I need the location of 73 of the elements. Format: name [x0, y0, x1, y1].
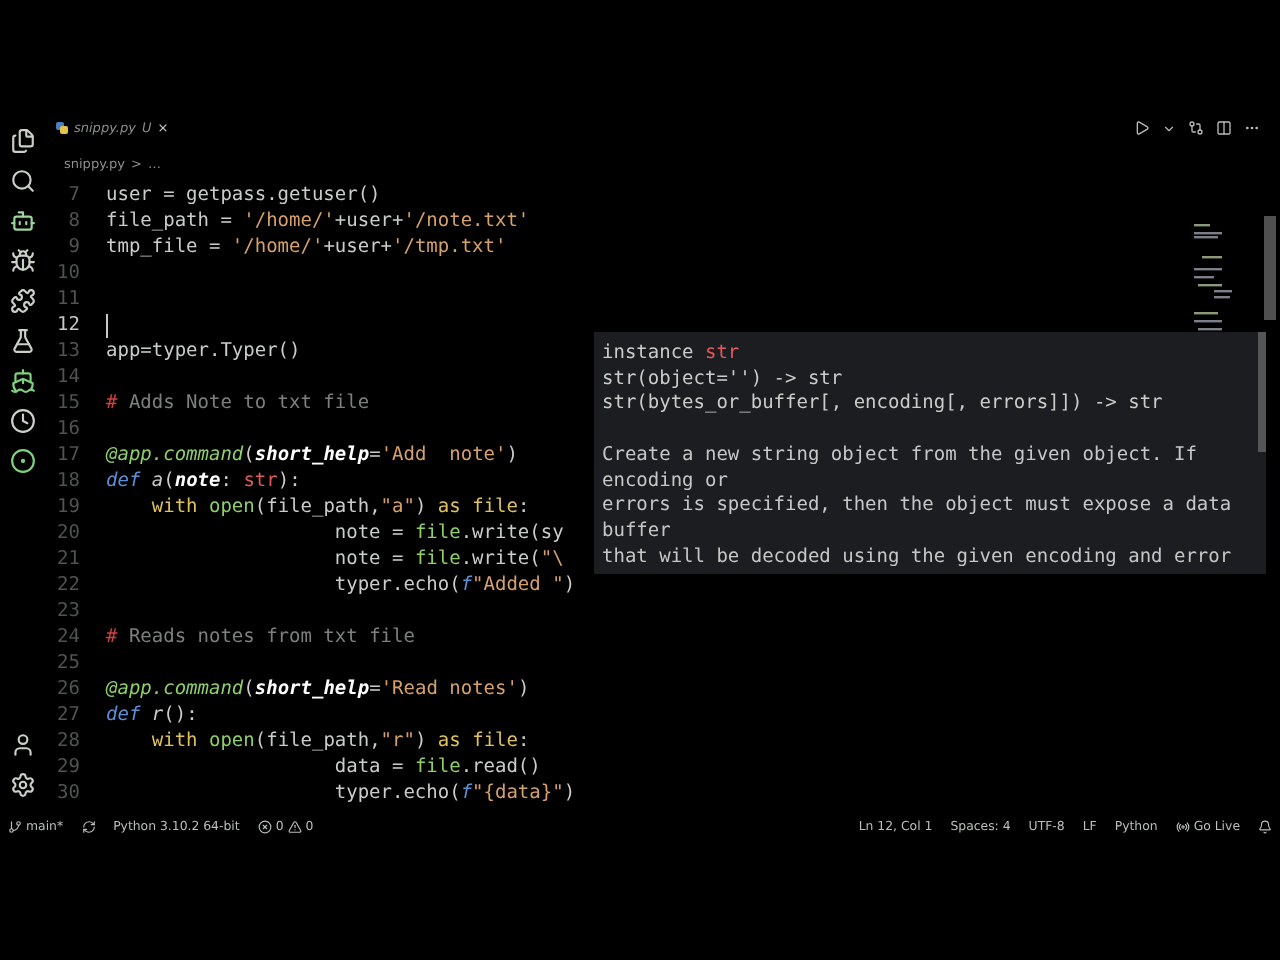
code-text: tmp_file = '/home/'+user+'/tmp.txt' — [106, 236, 507, 258]
broadcast-icon — [1175, 820, 1190, 834]
python-file-icon — [56, 122, 68, 134]
line-number: 28 — [55, 730, 82, 752]
bug-icon[interactable] — [9, 248, 35, 274]
code-text: with open(file_path,"r") as file: — [149, 730, 530, 752]
line-number: 7 — [66, 184, 82, 206]
doc-text: that will be decoded using the given encoding and error — [602, 545, 1234, 571]
notifications-icon[interactable] — [1258, 820, 1272, 834]
files-icon[interactable] — [9, 128, 35, 154]
robot-icon[interactable] — [9, 208, 35, 234]
run-icon[interactable] — [1134, 120, 1150, 136]
line-number: 17 — [55, 444, 82, 466]
warning-icon — [287, 820, 302, 834]
doc-text: Create a new string object from the given object. If — [602, 443, 1199, 469]
line-number: 21 — [55, 548, 82, 570]
line-number: 23 — [55, 600, 82, 622]
line-number: 26 — [55, 678, 82, 700]
doc-text: encoding or — [602, 469, 730, 495]
tooltip-scrollbar[interactable] — [1258, 332, 1266, 452]
code-text: def a(note: str): — [106, 470, 301, 492]
ship-icon[interactable] — [9, 368, 35, 394]
signature-text: str(bytes_or_buffer[, encoding[, errors]]) -> str — [602, 392, 1165, 419]
code-text: user = getpass.getuser() — [106, 184, 381, 206]
split-editor-icon[interactable] — [1216, 120, 1232, 136]
sync-icon[interactable] — [81, 820, 96, 834]
code-text: data = file.read() — [332, 756, 541, 778]
code-text: @app.command(short_help='Read notes') — [106, 678, 530, 700]
error-icon — [257, 820, 272, 834]
line-number: 11 — [55, 288, 82, 310]
settings-icon[interactable] — [9, 772, 35, 798]
line-number: 14 — [55, 366, 82, 388]
line-number: 29 — [55, 756, 82, 778]
line-number: 8 — [66, 210, 82, 232]
signature-text: str(object='') -> str — [602, 367, 845, 393]
line-number: 9 — [66, 236, 82, 258]
line-number: 18 — [55, 470, 82, 492]
line-number: 16 — [55, 418, 82, 440]
line-number: 20 — [55, 522, 82, 544]
compare-icon[interactable] — [1188, 120, 1204, 136]
line-number: 24 — [55, 626, 82, 648]
code-text: with open(file_path,"a") as file: — [149, 496, 530, 518]
code-text: note = file.write("\ — [332, 548, 564, 570]
doc-text: errors is specified, then the object must expose a data — [602, 494, 1234, 520]
line-number: 27 — [55, 704, 82, 726]
code-text: def r(): — [106, 704, 198, 726]
doc-text: buffer — [602, 519, 673, 546]
code-text: note = file.write(sy — [332, 522, 564, 544]
code-text: file_path = '/home/'+user+'/note.txt' — [106, 210, 530, 232]
account-icon[interactable] — [9, 732, 35, 758]
line-number: 19 — [55, 496, 82, 518]
line-number: 12 — [55, 314, 82, 336]
line-number: 13 — [55, 340, 82, 362]
branch-icon — [8, 820, 22, 834]
line-number: 30 — [55, 782, 82, 804]
line-number: 10 — [55, 262, 82, 284]
scrollbar-thumb[interactable] — [1264, 216, 1276, 320]
line-number: 22 — [55, 574, 82, 596]
chevron-icon[interactable] — [1162, 121, 1176, 135]
code-text: # Adds Note to txt file — [106, 392, 370, 414]
target-icon[interactable] — [9, 448, 35, 474]
code-text: typer.echo(f"{data}") — [332, 782, 576, 804]
code-text: typer.echo(f"Added ") — [332, 574, 576, 596]
code-text: # Reads notes from txt file — [106, 626, 415, 648]
signature-text: instance str — [602, 342, 742, 368]
flask-icon[interactable] — [9, 328, 35, 354]
code-text: app=typer.Typer() — [106, 340, 301, 362]
search-icon[interactable] — [9, 168, 35, 194]
puzzle-icon[interactable] — [9, 288, 35, 314]
line-number: 25 — [55, 652, 82, 674]
code-text: @app.command(short_help='Add note') — [106, 444, 518, 466]
line-number: 15 — [55, 392, 82, 414]
clock-icon[interactable] — [9, 408, 35, 434]
